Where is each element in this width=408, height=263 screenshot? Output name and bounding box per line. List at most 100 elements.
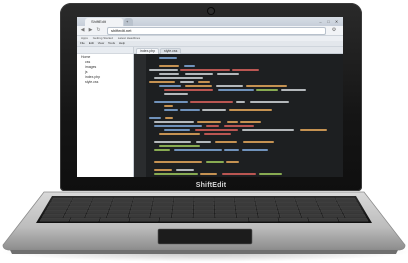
screen: ShiftEdit + – □ ✕ ◀ ▶ ↻ shiftedit.net ⚙ … — [77, 17, 343, 177]
code-line-segment — [250, 101, 289, 103]
code-line-segment — [154, 141, 191, 143]
keyboard-key — [173, 201, 194, 206]
keyboard-key — [88, 205, 111, 210]
code-line-segment — [159, 133, 200, 135]
editor-tabs: index.php style.css — [134, 47, 343, 54]
keyboard-key — [65, 209, 88, 214]
code-line-segment — [243, 141, 274, 143]
close-icon[interactable]: ✕ — [333, 19, 340, 24]
code-line-segment — [217, 73, 239, 75]
keyboard-key — [234, 197, 255, 202]
keyboard-key — [51, 197, 73, 202]
back-icon[interactable]: ◀ — [79, 27, 86, 34]
menu-view[interactable]: View — [98, 41, 104, 45]
keyboard-key — [128, 213, 151, 218]
wrench-icon[interactable]: ⚙ — [330, 27, 338, 34]
keyboard-key — [106, 213, 129, 218]
code-line-segment — [154, 169, 172, 171]
keyboard-key — [129, 217, 160, 222]
code-line-segment — [185, 73, 213, 75]
code-line-segment — [154, 121, 194, 123]
keyboard-key — [130, 205, 152, 210]
laptop-brand-label: ShiftEdit — [195, 182, 227, 189]
code-line-segment — [204, 133, 231, 135]
keyboard-key — [296, 201, 318, 206]
bookmark-getting-started[interactable]: Getting Started — [93, 36, 113, 40]
code-line-segment — [180, 81, 194, 83]
code-line-segment — [164, 89, 213, 91]
code-line-segment — [159, 57, 177, 59]
keyboard-key — [343, 213, 367, 218]
code-line-segment — [185, 85, 212, 87]
reload-icon[interactable]: ↻ — [95, 27, 102, 34]
new-tab-button[interactable]: + — [124, 18, 133, 26]
keyboard-key — [277, 205, 299, 210]
code-line-segment — [197, 121, 221, 123]
code-editor[interactable] — [134, 54, 343, 177]
keyboard-key — [172, 209, 194, 214]
code-line-segment — [174, 149, 222, 151]
code-line-segment — [180, 109, 200, 111]
menu-file[interactable]: File — [80, 41, 85, 45]
keyboard-key — [48, 201, 71, 206]
menu-edit[interactable]: Edit — [89, 41, 94, 45]
minimize-icon[interactable]: – — [317, 19, 324, 24]
keyboard-key — [44, 209, 67, 214]
browser-toolbar: ◀ ▶ ↻ shiftedit.net ⚙ — [77, 26, 343, 36]
keyboard-key — [111, 201, 132, 206]
code-line-segment — [218, 89, 254, 91]
code-line-segment — [159, 85, 181, 87]
keyboard-key — [69, 201, 92, 206]
keyboard-key — [236, 209, 257, 214]
code-line-segment — [206, 161, 224, 163]
bookmark-apps[interactable]: Apps — [81, 36, 88, 40]
keyboard-key — [256, 205, 278, 210]
browser-tab-shiftedit[interactable]: ShiftEdit — [85, 18, 123, 26]
file-tree-toolbar — [77, 47, 133, 54]
forward-icon[interactable]: ▶ — [87, 27, 94, 34]
code-line-segment — [165, 117, 173, 119]
keyboard-key — [339, 205, 362, 210]
keyboard-key — [132, 197, 154, 202]
keyboard-key — [255, 201, 277, 206]
code-line-segment — [164, 129, 190, 131]
code-line-segment — [164, 109, 178, 111]
keyboard-key — [318, 205, 341, 210]
keyboard-key — [254, 197, 276, 202]
keyboard-key — [320, 209, 343, 214]
code-line-segment — [154, 173, 198, 175]
file-tree-panel: Home css images js index.php style.css — [77, 47, 134, 177]
code-line-segment — [149, 81, 175, 83]
menu-tools[interactable]: Tools — [108, 41, 115, 45]
code-line-segment — [154, 101, 188, 103]
code-line-segment — [154, 161, 202, 163]
keyboard-key — [86, 209, 109, 214]
keyboard-key — [69, 217, 100, 222]
keyboard-key — [337, 201, 360, 206]
bookmark-latest-headlines[interactable]: Latest Headlines — [118, 36, 140, 40]
maximize-icon[interactable]: □ — [325, 19, 332, 24]
code-line-segment — [159, 145, 200, 147]
tree-item[interactable]: style.css — [85, 80, 135, 85]
keyboard-key — [85, 213, 108, 218]
code-line-segment — [200, 173, 217, 175]
keyboard-key — [337, 217, 369, 222]
code-line-segment — [215, 141, 237, 143]
keyboard-key — [109, 205, 131, 210]
keyboard-key — [278, 209, 300, 214]
code-line-segment — [154, 125, 202, 127]
address-bar[interactable]: shiftedit.net — [107, 27, 326, 35]
code-lines — [134, 54, 343, 177]
code-line-segment — [246, 85, 287, 87]
keyboard-key — [297, 205, 320, 210]
code-line-segment — [159, 65, 179, 67]
keyboard-key — [316, 201, 339, 206]
keyboard-key — [276, 201, 297, 206]
keyboard-key — [214, 201, 235, 206]
code-line-segment — [232, 69, 259, 71]
keyboard-key — [214, 197, 235, 202]
keyboard-key — [274, 197, 296, 202]
code-line-segment — [224, 125, 254, 127]
menu-help[interactable]: Help — [119, 41, 125, 45]
keyboard-key — [129, 209, 151, 214]
